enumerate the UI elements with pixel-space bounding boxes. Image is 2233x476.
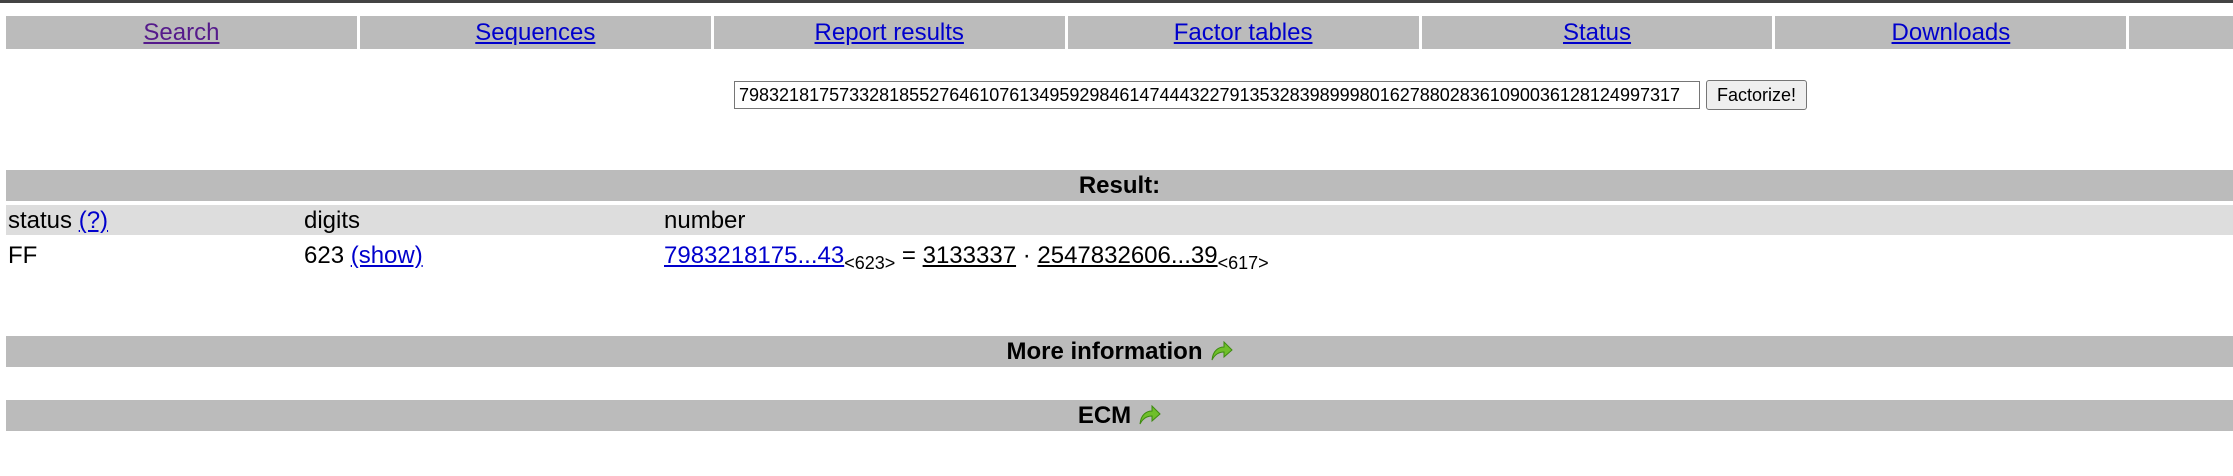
equals-sign: = [901, 242, 916, 269]
nav-link-report-results[interactable]: Report results [815, 19, 964, 47]
result-title-bar: Result: [6, 170, 2233, 201]
ecm-title: ECM [1077, 401, 1132, 429]
nav-link-factor-tables[interactable]: Factor tables [1174, 19, 1313, 47]
nav-link-sequences[interactable]: Sequences [475, 19, 595, 47]
more-information-title: More information [1006, 337, 1203, 365]
nav-cell-sequences: Sequences [359, 16, 711, 49]
nav-cell-search: Search [6, 16, 357, 49]
expand-arrow-icon [1211, 340, 1233, 360]
nav-link-downloads[interactable]: Downloads [1892, 19, 2011, 47]
digits-cell: 623 (show) [304, 242, 423, 270]
nav-cell-factor-tables: Factor tables [1067, 16, 1419, 49]
digits-header: digits [304, 207, 361, 234]
status-help-link[interactable]: (?) [79, 207, 108, 234]
status-value: FF [8, 242, 38, 269]
number-cell: 7983218175...43<623> = 3133337 · 2547832… [664, 242, 1269, 273]
factorize-button[interactable]: Factorize! [1706, 80, 1808, 110]
multiply-dot: · [1022, 242, 1031, 269]
nav-cell-downloads: Downloads [1775, 16, 2127, 49]
nav-cell-status: Status [1421, 16, 1773, 49]
nav-link-status[interactable]: Status [1563, 19, 1631, 47]
number-header: number [664, 207, 746, 234]
factor-1-link[interactable]: 3133337 [923, 242, 1016, 269]
factor-2-length: <617> [1217, 253, 1269, 273]
search-form: 7983218175733281855276461076134959298461… [734, 79, 1808, 111]
result-title: Result: [1078, 171, 1161, 199]
factor-2-link[interactable]: 2547832606...39 [1037, 242, 1217, 269]
nav-link-search[interactable]: Search [143, 19, 219, 47]
ecm-bar[interactable]: ECM [6, 400, 2233, 431]
show-digits-link[interactable]: (show) [351, 242, 423, 269]
nav-cell-extra [2129, 16, 2233, 49]
number-link[interactable]: 7983218175...43 [664, 242, 844, 269]
result-table-header: status (?) digits number [6, 205, 2233, 235]
number-input[interactable]: 7983218175733281855276461076134959298461… [734, 81, 1700, 109]
result-row: FF 623 (show) 7983218175...43<623> = 313… [6, 240, 2233, 273]
status-header-label: status [8, 207, 73, 234]
expand-arrow-icon [1139, 404, 1161, 424]
more-information-bar[interactable]: More information [6, 336, 2233, 367]
status-header: status (?) [8, 207, 108, 235]
top-navigation: Search Sequences Report results Factor t… [6, 16, 2233, 49]
nav-cell-report-results: Report results [713, 16, 1065, 49]
digits-value: 623 [304, 242, 345, 269]
number-length: <623> [844, 253, 896, 273]
top-border [0, 0, 2233, 3]
